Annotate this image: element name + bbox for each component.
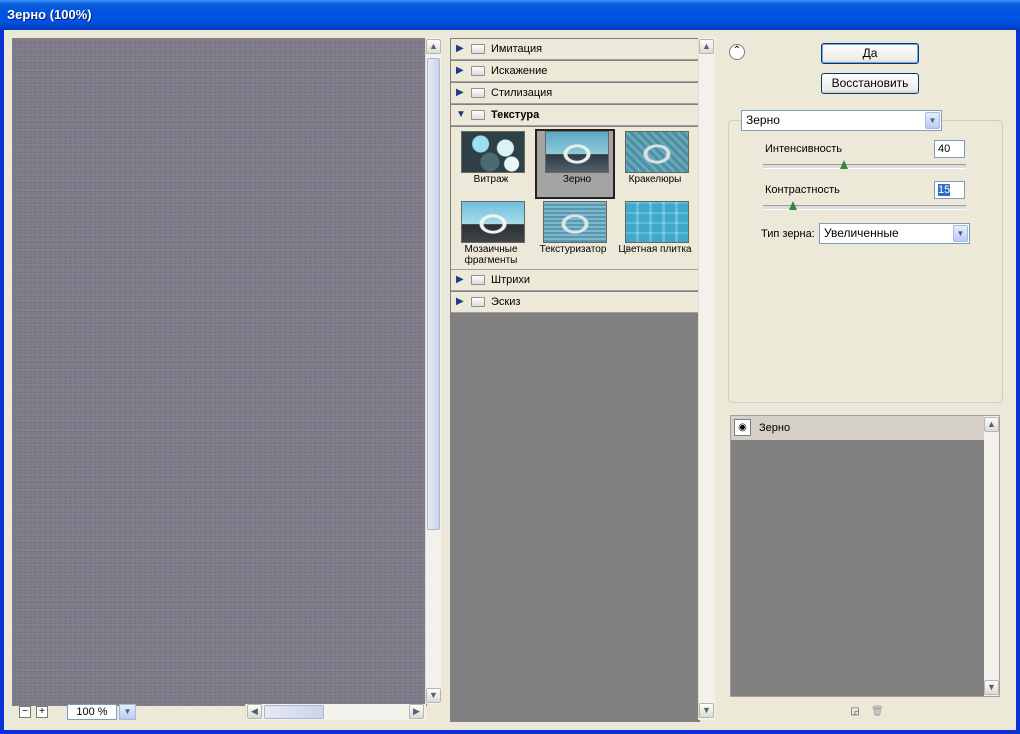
expand-triangle-icon: ▶ xyxy=(456,274,464,285)
scroll-down-button[interactable]: ▼ xyxy=(699,703,714,718)
zoom-dropdown-button[interactable]: ▼ xyxy=(119,704,136,720)
texture-thumbnails: Витраж Зерно Кракелюры Мозаичные фрагмен… xyxy=(451,127,699,270)
filter-gallery-panel: ▶ Имитация ▶ Искажение ▶ Стилизация ▼ Те… xyxy=(450,38,700,722)
reset-button[interactable]: Восстановить xyxy=(821,73,919,94)
thumb-label: Кракелюры xyxy=(628,174,682,185)
filter-select-value: Зерно xyxy=(746,113,780,127)
title-bar: Зерно (100%) xyxy=(0,0,1020,30)
filter-settings-group xyxy=(728,120,1003,403)
expand-triangle-icon: ▶ xyxy=(456,87,464,98)
contrast-input[interactable]: 15 xyxy=(934,181,965,199)
preview-horizontal-scrollbar[interactable]: ◀ ▶ xyxy=(245,704,426,720)
chevron-down-icon: ▼ xyxy=(953,225,968,242)
category-label: Имитация xyxy=(491,43,543,55)
scroll-right-button[interactable]: ▶ xyxy=(409,704,424,719)
zoom-bar: − + 100 % ▼ ◀ ▶ xyxy=(12,704,426,720)
grain-type-label: Тип зерна: xyxy=(761,228,815,240)
gallery-scrollbar[interactable]: ▲ ▼ xyxy=(698,38,715,720)
window-border-bottom xyxy=(0,730,1020,734)
category-label: Стилизация xyxy=(491,87,553,99)
category-sketch[interactable]: ▶ Эскиз xyxy=(451,292,699,313)
category-label: Текстура xyxy=(491,109,540,121)
thumb-label: Мозаичные фрагменты xyxy=(464,244,518,266)
folder-icon xyxy=(471,66,485,76)
contrast-slider-handle[interactable] xyxy=(789,201,798,210)
scroll-down-button[interactable]: ▼ xyxy=(984,680,999,695)
filter-thumb-grain[interactable]: Зерно xyxy=(535,129,615,199)
folder-icon xyxy=(471,275,485,285)
folder-icon xyxy=(471,297,485,307)
craquelure-thumbnail xyxy=(625,131,689,173)
window-border-left xyxy=(0,30,4,734)
category-label: Штрихи xyxy=(491,274,531,286)
thumb-label: Зерно xyxy=(562,174,592,185)
intensity-label: Интенсивность xyxy=(765,143,843,155)
category-label: Искажение xyxy=(491,65,548,77)
expand-triangle-icon: ▶ xyxy=(456,65,464,76)
intensity-slider-handle[interactable] xyxy=(840,160,849,169)
scroll-thumb[interactable] xyxy=(427,58,440,530)
category-texture[interactable]: ▼ Текстура xyxy=(451,105,699,126)
scroll-up-button[interactable]: ▲ xyxy=(699,39,714,54)
folder-icon xyxy=(471,110,485,120)
scroll-down-button[interactable]: ▼ xyxy=(426,688,441,703)
filter-thumb-mosaic-tiles[interactable]: Мозаичные фрагменты xyxy=(451,199,531,269)
category-imitation[interactable]: ▶ Имитация xyxy=(451,39,699,60)
zoom-out-button[interactable]: − xyxy=(19,706,31,718)
grain-thumbnail xyxy=(545,131,609,173)
expand-triangle-icon: ▶ xyxy=(456,43,464,54)
delete-layer-icon[interactable]: 🗑 xyxy=(871,706,884,718)
window-title: Зерно (100%) xyxy=(7,7,92,22)
intensity-slider-track[interactable] xyxy=(763,164,966,169)
zoom-level-field[interactable]: 100 % xyxy=(67,704,117,720)
thumb-label: Витраж xyxy=(473,174,509,185)
folder-icon xyxy=(471,88,485,98)
category-stylize[interactable]: ▶ Стилизация xyxy=(451,83,699,104)
eye-icon[interactable]: ◉ xyxy=(734,419,751,436)
category-brush-strokes[interactable]: ▶ Штрихи xyxy=(451,270,699,291)
filter-gallery-window: Зерно (100%) ▲ ▼ − + 100 % ▼ ◀ ▶ ▶ Имита… xyxy=(0,0,1020,734)
filter-thumb-patchwork[interactable]: Цветная плитка xyxy=(615,199,695,269)
filter-thumb-stained-glass[interactable]: Витраж xyxy=(451,129,531,199)
layers-scrollbar[interactable]: ▲ ▼ xyxy=(984,416,999,696)
mosaic-tiles-thumbnail xyxy=(461,201,525,243)
new-layer-icon[interactable]: ◲ xyxy=(849,706,861,718)
filter-select[interactable]: Зерно ▼ xyxy=(741,110,942,131)
collapse-triangle-icon: ▼ xyxy=(456,109,466,120)
texturizer-thumbnail xyxy=(543,201,607,243)
category-distortion[interactable]: ▶ Искажение xyxy=(451,61,699,82)
thumb-label: Цветная плитка xyxy=(618,244,692,255)
contrast-input-value: 15 xyxy=(938,184,951,196)
folder-icon xyxy=(471,44,485,54)
intensity-input[interactable]: 40 xyxy=(934,140,965,158)
scroll-up-button[interactable]: ▲ xyxy=(426,39,441,54)
scroll-left-button[interactable]: ◀ xyxy=(247,704,262,719)
window-border-right xyxy=(1016,30,1020,734)
chevron-down-icon: ▼ xyxy=(925,112,940,129)
preview-vertical-scrollbar[interactable]: ▲ ▼ xyxy=(425,38,441,704)
effect-layers-panel: ◉ Зерно ▲ ▼ xyxy=(730,415,1000,697)
expand-triangle-icon: ▶ xyxy=(456,296,464,307)
patchwork-thumbnail xyxy=(625,201,689,243)
contrast-label: Контрастность xyxy=(765,184,840,196)
category-label: Эскиз xyxy=(491,296,521,308)
grain-type-value: Увеличенные xyxy=(824,226,899,240)
effect-layer-name: Зерно xyxy=(759,422,791,434)
zoom-in-button[interactable]: + xyxy=(36,706,48,718)
collapse-icon[interactable]: ⌃ xyxy=(729,44,745,60)
image-preview[interactable] xyxy=(12,38,427,706)
grain-type-select[interactable]: Увеличенные ▼ xyxy=(819,223,970,244)
ok-button[interactable]: Да xyxy=(821,43,919,64)
filter-thumb-craquelure[interactable]: Кракелюры xyxy=(615,129,695,199)
horizontal-scroll-thumb[interactable] xyxy=(264,705,324,719)
stained-glass-thumbnail xyxy=(461,131,525,173)
effect-layer-row[interactable]: ◉ Зерно xyxy=(731,416,984,441)
filter-thumb-texturizer[interactable]: Текстуризатор xyxy=(533,199,613,269)
scroll-up-button[interactable]: ▲ xyxy=(984,417,999,432)
thumb-label: Текстуризатор xyxy=(539,244,607,255)
